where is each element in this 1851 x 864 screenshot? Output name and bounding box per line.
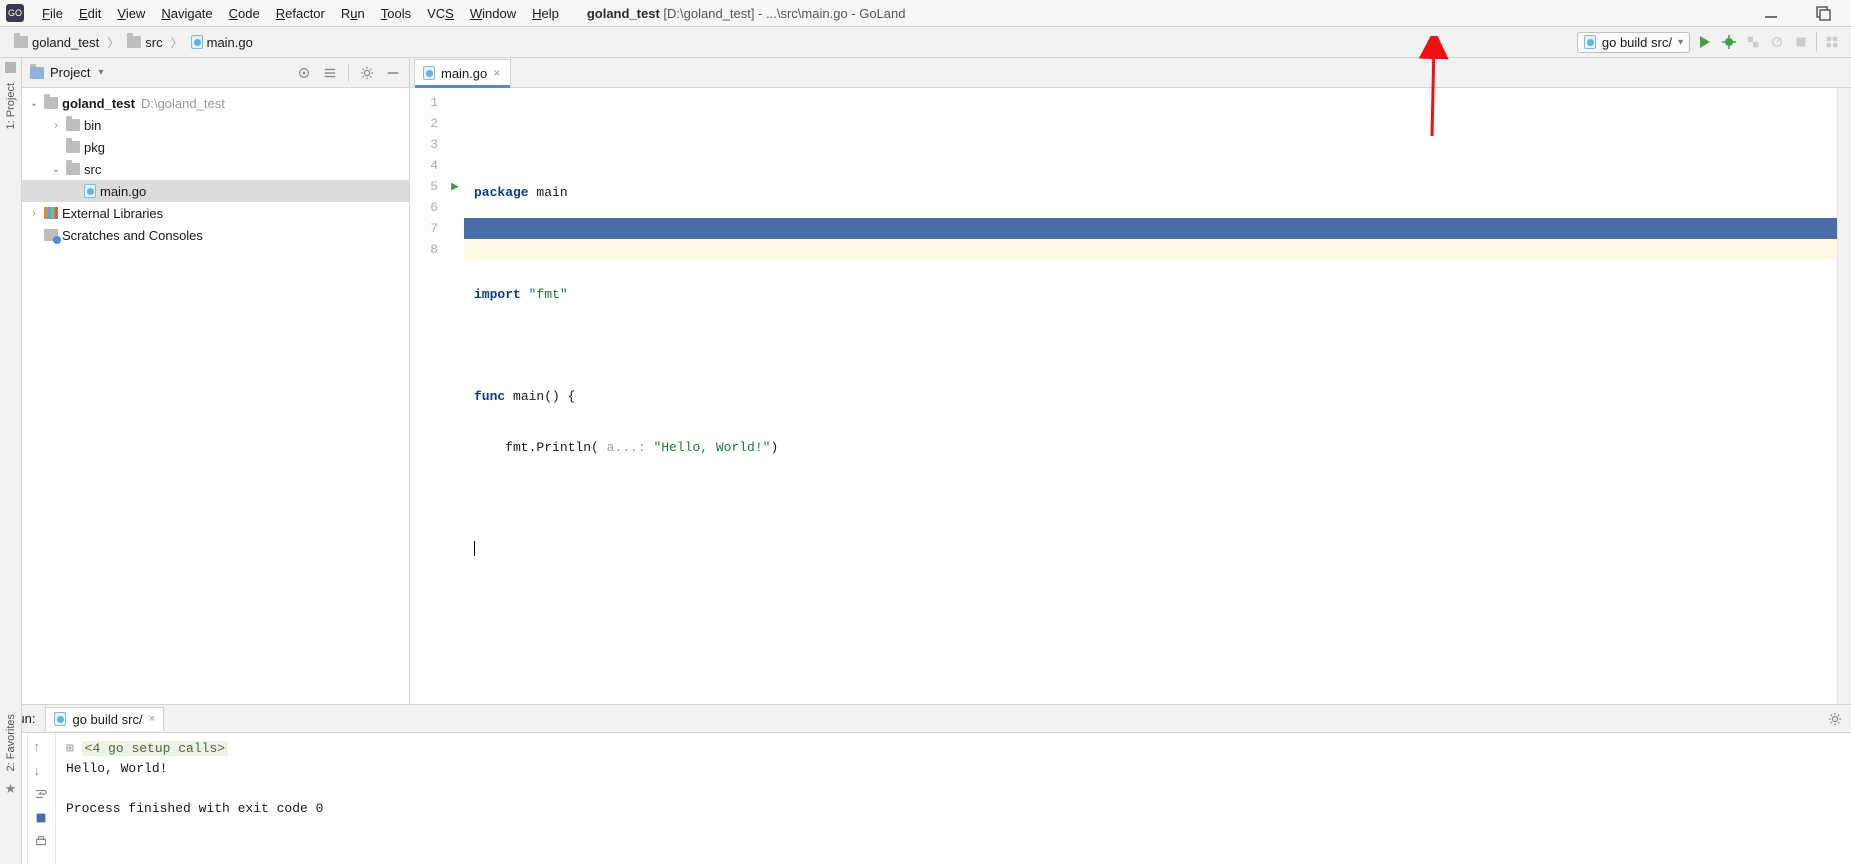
debug-button[interactable] <box>1720 33 1738 51</box>
gear-icon[interactable] <box>359 65 375 81</box>
search-everywhere-button[interactable] <box>1823 33 1841 51</box>
chevron-right-icon: 〉 <box>169 34 185 51</box>
coverage-button[interactable] <box>1744 33 1762 51</box>
folder-icon <box>14 36 28 48</box>
project-tool-icon[interactable] <box>5 62 16 73</box>
go-file-icon <box>1584 35 1596 49</box>
locate-file-icon[interactable] <box>296 65 312 81</box>
editor-tab-main-go[interactable]: main.go × <box>414 59 511 87</box>
menu-help[interactable]: Help <box>524 3 567 24</box>
close-icon[interactable]: × <box>493 66 500 80</box>
project-view-icon <box>30 67 44 79</box>
run-gutter-icon[interactable]: ▶ <box>446 176 464 197</box>
editor-tab-bar: main.go × <box>410 58 1851 88</box>
folder-icon <box>66 163 80 175</box>
chevron-down-icon: ▾ <box>1678 37 1683 48</box>
project-tree[interactable]: ⌄ goland_testD:\goland_test › bin › pkg … <box>22 88 409 704</box>
scratch-icon <box>44 229 58 241</box>
library-icon <box>44 207 58 219</box>
menu-tools[interactable]: Tools <box>373 3 419 24</box>
up-stack-icon[interactable]: ↑ <box>34 739 50 755</box>
project-panel: Project ▾ ⌄ <box>22 58 410 704</box>
line-number-gutter: 1 2 3 4 5 6 7 8 <box>410 88 446 704</box>
folder-icon <box>66 141 80 153</box>
go-file-icon <box>84 184 96 198</box>
separator <box>1816 32 1817 52</box>
tree-external-libraries[interactable]: › External Libraries <box>22 202 409 224</box>
menu-file[interactable]: File <box>34 3 71 24</box>
code-editor[interactable]: 1 2 3 4 5 6 7 8 ▶ package main import <box>410 88 1851 704</box>
navigation-toolbar: goland_test 〉 src 〉 main.go go build src… <box>0 27 1851 58</box>
run-tab-go-build[interactable]: go build src/ × <box>45 707 164 731</box>
console-output-line: Hello, World! <box>66 759 1841 779</box>
go-file-icon <box>423 66 435 80</box>
breadcrumb-project[interactable]: goland_test <box>8 33 105 52</box>
editor-panel: main.go × 1 2 3 4 5 6 7 8 ▶ <box>410 58 1851 704</box>
text-caret <box>474 541 475 556</box>
menu-navigate[interactable]: Navigate <box>153 3 220 24</box>
folder-icon <box>44 97 58 109</box>
run-tool-header: Run: go build src/ × <box>0 705 1851 733</box>
folder-icon <box>66 119 80 131</box>
run-tool-window: Run: go build src/ × <box>0 704 1851 864</box>
breadcrumb: goland_test 〉 src 〉 main.go <box>8 33 259 52</box>
tree-dir-src[interactable]: ⌄ src <box>22 158 409 180</box>
chevron-right-icon: 〉 <box>105 34 121 51</box>
tree-file-main-go[interactable]: main.go <box>22 180 409 202</box>
project-panel-header: Project ▾ <box>22 58 409 88</box>
tree-dir-bin[interactable]: › bin <box>22 114 409 136</box>
run-console[interactable]: ⊞ <4 go setup calls> Hello, World! Proce… <box>56 733 1851 864</box>
stop-button[interactable] <box>1792 33 1810 51</box>
project-view-label[interactable]: Project <box>50 65 90 80</box>
console-exit-line: Process finished with exit code 0 <box>66 799 1841 819</box>
menu-edit[interactable]: Edit <box>71 3 109 24</box>
run-action-bar-2: ↑ ↓ <box>28 733 56 864</box>
go-file-icon <box>54 712 66 726</box>
editor-error-stripe[interactable] <box>1837 88 1851 704</box>
menu-code[interactable]: Code <box>221 3 268 24</box>
scroll-to-end-icon[interactable] <box>34 811 50 827</box>
chevron-right-icon[interactable]: › <box>50 120 62 131</box>
soft-wrap-icon[interactable] <box>34 787 50 803</box>
run-configuration-dropdown[interactable]: go build src/ ▾ <box>1577 32 1690 53</box>
project-tool-tab[interactable]: 1: Project <box>5 79 17 133</box>
go-file-icon <box>191 35 203 49</box>
breadcrumb-src[interactable]: src <box>121 33 168 52</box>
close-icon[interactable]: × <box>149 713 155 725</box>
menu-view[interactable]: View <box>109 3 153 24</box>
left-tool-stripe: 1: Project <box>0 58 22 704</box>
favorites-star-icon[interactable]: ★ <box>5 781 17 797</box>
collapse-all-icon[interactable] <box>322 65 338 81</box>
editor-content[interactable]: package main import "fmt" func main() { … <box>464 88 1837 704</box>
separator <box>348 64 349 82</box>
gear-icon[interactable] <box>1827 711 1843 727</box>
app-logo-icon: GO <box>6 4 24 22</box>
breadcrumb-file[interactable]: main.go <box>185 33 259 52</box>
tree-root[interactable]: ⌄ goland_testD:\goland_test <box>22 92 409 114</box>
hide-panel-icon[interactable] <box>385 65 401 81</box>
chevron-down-icon[interactable]: ⌄ <box>28 98 40 109</box>
window-maximize-icon[interactable] <box>1815 5 1831 21</box>
folder-icon <box>127 36 141 48</box>
profile-button[interactable] <box>1768 33 1786 51</box>
menu-vcs[interactable]: VCS <box>419 3 462 24</box>
gutter-icon-bar: ▶ <box>446 88 464 704</box>
favorites-tool-tab[interactable]: 2: Favorites <box>5 710 17 775</box>
window-minimize-icon[interactable] <box>1763 5 1779 21</box>
chevron-right-icon[interactable]: › <box>28 208 40 219</box>
window-title: goland_test [D:\goland_test] - ...\src\m… <box>587 6 906 21</box>
console-setup-calls[interactable]: <4 go setup calls> <box>82 741 228 756</box>
print-icon[interactable] <box>34 835 50 851</box>
tree-scratches[interactable]: › Scratches and Consoles <box>22 224 409 246</box>
run-button[interactable] <box>1696 33 1714 51</box>
menu-run[interactable]: Run <box>333 3 373 24</box>
menu-window[interactable]: Window <box>462 3 524 24</box>
menu-refactor[interactable]: Refactor <box>268 3 333 24</box>
chevron-down-icon[interactable]: ⌄ <box>50 164 62 175</box>
tree-dir-pkg[interactable]: › pkg <box>22 136 409 158</box>
chevron-down-icon[interactable]: ▾ <box>98 67 103 78</box>
menu-bar: GO File Edit View Navigate Code Refactor… <box>0 0 1851 27</box>
down-stack-icon[interactable]: ↓ <box>34 763 50 779</box>
left-tool-stripe-bottom: 2: Favorites ★ <box>0 704 22 864</box>
